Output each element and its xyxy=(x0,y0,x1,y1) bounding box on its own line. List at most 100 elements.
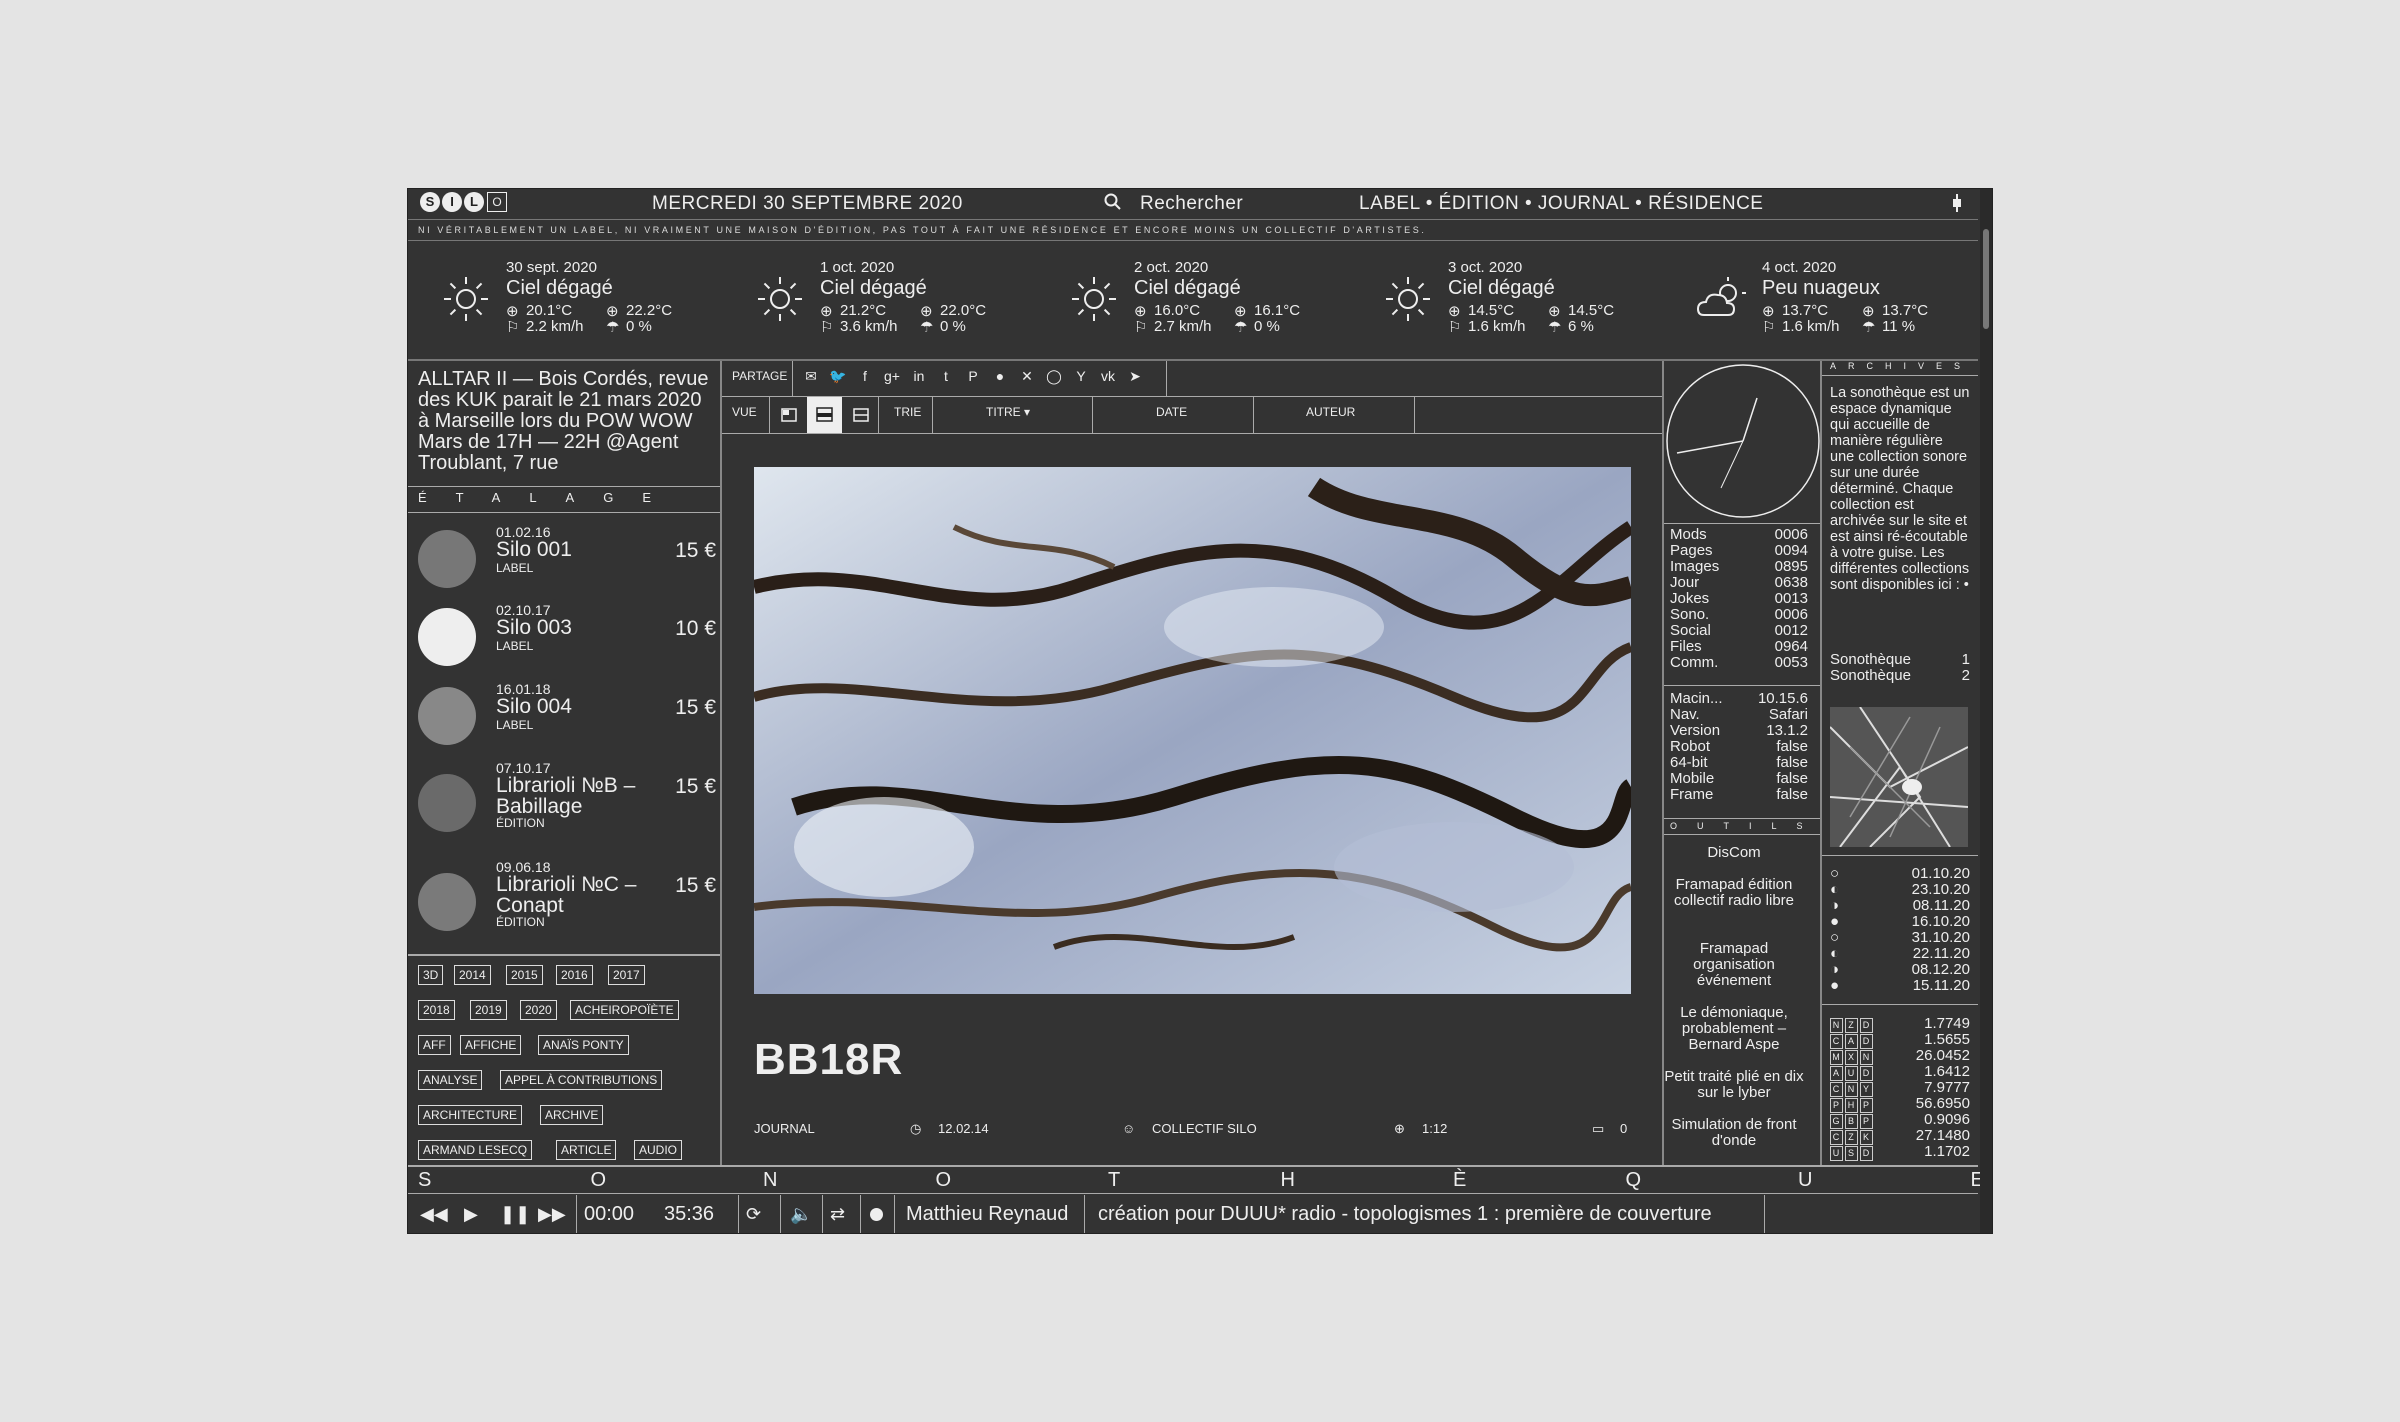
share-icon-1[interactable]: 🐦 xyxy=(829,367,847,385)
product-name[interactable]: Librarioli №B – Babillage xyxy=(496,775,646,817)
sonotheque-letter[interactable]: O xyxy=(591,1169,607,1192)
tag-15[interactable]: ARCHIVE xyxy=(540,1105,604,1125)
track-title[interactable]: création pour DUUU* radio - topologismes… xyxy=(1098,1203,1712,1226)
share-icon-12[interactable]: ➤ xyxy=(1126,367,1144,385)
share-icon-4[interactable]: in xyxy=(910,367,928,385)
view-list-button[interactable] xyxy=(807,397,842,433)
tool-link[interactable]: Framapad organisation événement xyxy=(1662,941,1806,989)
tag-10[interactable]: AFFICHE xyxy=(460,1035,522,1055)
logo-s[interactable]: S xyxy=(420,192,440,212)
product-item[interactable]: 02.10.17 Silo 003 LABEL 10 € xyxy=(418,602,716,672)
rewind-icon[interactable]: ◀◀ xyxy=(420,1204,448,1225)
tag-4[interactable]: 2017 xyxy=(608,965,645,985)
search-icon[interactable] xyxy=(1104,193,1122,217)
main-nav[interactable]: LABEL • ÉDITION • JOURNAL • RÉSIDENCE xyxy=(1359,193,1763,215)
product-cover[interactable] xyxy=(418,774,476,832)
tool-link[interactable]: Le démoniaque, probablement – Bernard As… xyxy=(1662,1005,1806,1053)
pause-icon[interactable]: ❚❚ xyxy=(500,1204,530,1225)
tool-link[interactable]: Framapad édition collectif radio libre xyxy=(1662,877,1806,909)
news-ticker[interactable]: ALLTAR II — Bois Cordés, revue des KUK p… xyxy=(418,369,713,481)
product-item[interactable]: 09.06.18 Librarioli №C – Conapt ÉDITION 15 … xyxy=(418,859,716,943)
product-cover[interactable] xyxy=(418,687,476,745)
repeat-icon[interactable]: ⟳ xyxy=(746,1204,761,1225)
sonotheque-letter[interactable]: S xyxy=(418,1169,431,1192)
rain-icon: ☂ xyxy=(1234,319,1248,336)
product-item[interactable]: 16.01.18 Silo 004 LABEL 15 € xyxy=(418,681,716,751)
sonotheque-letter[interactable]: T xyxy=(1108,1169,1120,1192)
plug-icon[interactable] xyxy=(1952,194,1961,212)
share-icon-3[interactable]: g+ xyxy=(883,367,901,385)
sort-author-button[interactable]: AUTEUR xyxy=(1306,405,1355,419)
sonotheque-letter[interactable]: H xyxy=(1281,1169,1295,1192)
view-grid-button[interactable] xyxy=(772,399,805,431)
tag-3[interactable]: 2016 xyxy=(556,965,593,985)
tag-16[interactable]: ARMAND LESECQ xyxy=(418,1140,533,1160)
search-button[interactable]: Rechercher xyxy=(1140,193,1243,215)
article-category[interactable]: JOURNAL xyxy=(754,1121,815,1136)
tag-18[interactable]: AUDIO xyxy=(634,1140,683,1160)
system-value: false xyxy=(1776,754,1808,771)
share-icon-7[interactable]: ● xyxy=(991,367,1009,385)
sonotheque-letter[interactable]: È xyxy=(1453,1169,1466,1192)
view-compact-button[interactable] xyxy=(844,399,877,431)
share-icon-2[interactable]: f xyxy=(856,367,874,385)
tag-14[interactable]: ARCHITECTURE xyxy=(418,1105,523,1125)
logo-i[interactable]: I xyxy=(442,192,462,212)
product-cover[interactable] xyxy=(418,530,476,588)
tag-0[interactable]: 3D xyxy=(418,965,444,985)
tag-6[interactable]: 2019 xyxy=(470,1000,507,1020)
article-title[interactable]: BB18R xyxy=(754,1035,903,1085)
tag-9[interactable]: AFF xyxy=(418,1035,451,1055)
play-icon[interactable]: ▶ xyxy=(464,1204,478,1225)
tag-13[interactable]: APPEL À CONTRIBUTIONS xyxy=(500,1070,663,1090)
tag-7[interactable]: 2020 xyxy=(520,1000,557,1020)
record-icon[interactable] xyxy=(870,1208,883,1221)
share-icon-6[interactable]: P xyxy=(964,367,982,385)
moon-phase-icon: ◑ xyxy=(1830,961,1840,978)
product-cover[interactable] xyxy=(418,608,476,666)
sonotheque-2-link[interactable]: Sonothèque 2 xyxy=(1830,667,1970,684)
share-icon-10[interactable]: Y xyxy=(1072,367,1090,385)
tag-1[interactable]: 2014 xyxy=(454,965,491,985)
product-name[interactable]: Librarioli №C – Conapt xyxy=(496,874,646,916)
tag-12[interactable]: ANALYSE xyxy=(418,1070,483,1090)
tool-link[interactable]: Petit traité plié en dix sur le lyber xyxy=(1662,1069,1806,1101)
tag-5[interactable]: 2018 xyxy=(418,1000,455,1020)
product-name[interactable]: Silo 004 xyxy=(496,696,646,717)
scrollbar[interactable] xyxy=(1980,189,1992,1233)
article-image[interactable] xyxy=(754,467,1631,994)
system-row: Mobile false xyxy=(1670,771,1808,787)
fast-forward-icon[interactable]: ▶▶ xyxy=(538,1204,566,1225)
comment-icon[interactable]: ▭ xyxy=(1592,1121,1604,1137)
sonotheque-letter[interactable]: U xyxy=(1798,1169,1812,1192)
share-icon-8[interactable]: ✕ xyxy=(1018,367,1036,385)
sort-title-button[interactable]: TITRE ▾ xyxy=(986,405,1030,419)
product-item[interactable]: 01.02.16 Silo 001 LABEL 15 € xyxy=(418,524,716,594)
share-icon-0[interactable]: ✉ xyxy=(802,367,820,385)
shuffle-icon[interactable]: ⇄ xyxy=(830,1204,845,1225)
sonotheque-bar[interactable]: SONOTHÈQUE xyxy=(408,1167,1984,1195)
sonotheque-letter[interactable]: O xyxy=(936,1169,952,1192)
logo-o[interactable]: O xyxy=(487,192,507,212)
tool-link[interactable]: Simulation de front d'onde xyxy=(1662,1117,1806,1149)
product-cover[interactable] xyxy=(418,873,476,931)
logo-l[interactable]: L xyxy=(464,192,484,212)
volume-icon[interactable]: 🔈 xyxy=(790,1204,812,1225)
share-icon-9[interactable]: ◯ xyxy=(1045,367,1063,385)
sonotheque-1-link[interactable]: Sonothèque 1 xyxy=(1830,651,1970,668)
product-name[interactable]: Silo 001 xyxy=(496,539,646,560)
tag-2[interactable]: 2015 xyxy=(506,965,543,985)
share-icon-11[interactable]: vk xyxy=(1099,367,1117,385)
article-author[interactable]: COLLECTIF SILO xyxy=(1152,1121,1257,1136)
tag-8[interactable]: ACHEIROPOÏÈTE xyxy=(570,1000,679,1020)
share-icon-5[interactable]: t xyxy=(937,367,955,385)
tag-17[interactable]: ARTICLE xyxy=(556,1140,617,1160)
product-item[interactable]: 07.10.17 Librarioli №B – Babillage ÉDITION… xyxy=(418,760,716,844)
tag-11[interactable]: ANAÏS PONTY xyxy=(538,1035,629,1055)
tool-link[interactable]: DisCom xyxy=(1662,845,1806,861)
sonotheque-letter[interactable]: Q xyxy=(1626,1169,1642,1192)
sonotheque-letter[interactable]: N xyxy=(763,1169,777,1192)
product-name[interactable]: Silo 003 xyxy=(496,617,646,638)
archive-thumbnail[interactable] xyxy=(1830,707,1968,847)
sort-date-button[interactable]: DATE xyxy=(1156,405,1187,419)
